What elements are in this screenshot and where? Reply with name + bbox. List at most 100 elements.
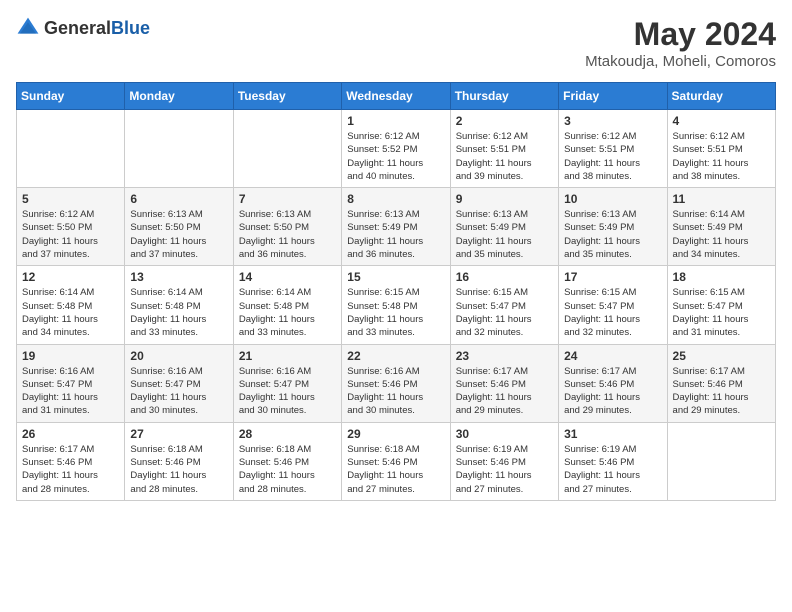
calendar-table: SundayMondayTuesdayWednesdayThursdayFrid… bbox=[16, 82, 776, 501]
day-number: 17 bbox=[564, 270, 661, 284]
calendar-cell: 21 Sunrise: 6:16 AMSunset: 5:47 PMDayligh… bbox=[233, 344, 341, 422]
day-info: Sunrise: 6:17 AMSunset: 5:46 PMDaylight:… bbox=[564, 365, 661, 418]
day-number: 13 bbox=[130, 270, 227, 284]
calendar-header: SundayMondayTuesdayWednesdayThursdayFrid… bbox=[17, 83, 776, 110]
day-info: Sunrise: 6:12 AMSunset: 5:50 PMDaylight:… bbox=[22, 208, 119, 261]
day-number: 28 bbox=[239, 427, 336, 441]
day-number: 27 bbox=[130, 427, 227, 441]
page-header: GeneralBlue May 2024 Mtakoudja, Moheli, … bbox=[16, 16, 776, 70]
calendar-body: 1 Sunrise: 6:12 AMSunset: 5:52 PMDaylight… bbox=[17, 110, 776, 501]
calendar-cell: 16 Sunrise: 6:15 AMSunset: 5:47 PMDayligh… bbox=[450, 266, 558, 344]
day-number: 31 bbox=[564, 427, 661, 441]
calendar-cell: 30Sunrise: 6:19 AMSunset: 5:46 PMDayligh… bbox=[450, 422, 558, 500]
day-info: Sunrise: 6:12 AMSunset: 5:51 PMDaylight:… bbox=[564, 130, 661, 183]
day-info: Sunrise: 6:16 AMSunset: 5:46 PMDaylight:… bbox=[347, 365, 444, 418]
day-number: 3 bbox=[564, 114, 661, 128]
day-number: 18 bbox=[673, 270, 770, 284]
day-number: 1 bbox=[347, 114, 444, 128]
calendar-cell: 14 Sunrise: 6:14 AMSunset: 5:48 PMDayligh… bbox=[233, 266, 341, 344]
calendar-cell: 28 Sunrise: 6:18 AMSunset: 5:46 PMDayligh… bbox=[233, 422, 341, 500]
weekday-header-row: SundayMondayTuesdayWednesdayThursdayFrid… bbox=[17, 83, 776, 110]
calendar-week-row: 12 Sunrise: 6:14 AMSunset: 5:48 PMDayligh… bbox=[17, 266, 776, 344]
day-number: 26 bbox=[22, 427, 119, 441]
logo: GeneralBlue bbox=[16, 16, 150, 40]
calendar-cell: 17 Sunrise: 6:15 AMSunset: 5:47 PMDayligh… bbox=[559, 266, 667, 344]
calendar-cell: 8 Sunrise: 6:13 AMSunset: 5:49 PMDaylight… bbox=[342, 188, 450, 266]
weekday-header-tuesday: Tuesday bbox=[233, 83, 341, 110]
day-number: 23 bbox=[456, 349, 553, 363]
logo-blue: Blue bbox=[111, 18, 150, 38]
day-info: Sunrise: 6:18 AMSunset: 5:46 PMDaylight:… bbox=[130, 443, 227, 496]
calendar-cell: 5Sunrise: 6:12 AMSunset: 5:50 PMDaylight… bbox=[17, 188, 125, 266]
day-info: Sunrise: 6:13 AMSunset: 5:50 PMDaylight:… bbox=[130, 208, 227, 261]
day-info: Sunrise: 6:17 AMSunset: 5:46 PMDaylight:… bbox=[673, 365, 770, 418]
logo-text: GeneralBlue bbox=[44, 18, 150, 39]
calendar-cell: 20 Sunrise: 6:16 AMSunset: 5:47 PMDayligh… bbox=[125, 344, 233, 422]
day-info: Sunrise: 6:14 AMSunset: 5:48 PMDaylight:… bbox=[239, 286, 336, 339]
day-info: Sunrise: 6:18 AMSunset: 5:46 PMDaylight:… bbox=[347, 443, 444, 496]
day-info: Sunrise: 6:13 AMSunset: 5:49 PMDaylight:… bbox=[564, 208, 661, 261]
day-info: Sunrise: 6:15 AMSunset: 5:48 PMDaylight:… bbox=[347, 286, 444, 339]
calendar-cell bbox=[233, 110, 341, 188]
calendar-cell: 9 Sunrise: 6:13 AMSunset: 5:49 PMDaylight… bbox=[450, 188, 558, 266]
day-number: 16 bbox=[456, 270, 553, 284]
weekday-header-monday: Monday bbox=[125, 83, 233, 110]
month-year-title: May 2024 bbox=[585, 16, 776, 53]
day-number: 24 bbox=[564, 349, 661, 363]
title-block: May 2024 Mtakoudja, Moheli, Comoros bbox=[585, 16, 776, 70]
day-info: Sunrise: 6:13 AMSunset: 5:49 PMDaylight:… bbox=[456, 208, 553, 261]
day-info: Sunrise: 6:14 AMSunset: 5:48 PMDaylight:… bbox=[22, 286, 119, 339]
calendar-cell: 27 Sunrise: 6:18 AMSunset: 5:46 PMDayligh… bbox=[125, 422, 233, 500]
day-info: Sunrise: 6:16 AMSunset: 5:47 PMDaylight:… bbox=[239, 365, 336, 418]
calendar-cell: 13 Sunrise: 6:14 AMSunset: 5:48 PMDayligh… bbox=[125, 266, 233, 344]
day-info: Sunrise: 6:17 AMSunset: 5:46 PMDaylight:… bbox=[22, 443, 119, 496]
day-number: 2 bbox=[456, 114, 553, 128]
day-number: 9 bbox=[456, 192, 553, 206]
day-info: Sunrise: 6:12 AMSunset: 5:52 PMDaylight:… bbox=[347, 130, 444, 183]
day-info: Sunrise: 6:13 AMSunset: 5:50 PMDaylight:… bbox=[239, 208, 336, 261]
calendar-cell: 31 Sunrise: 6:19 AMSunset: 5:46 PMDayligh… bbox=[559, 422, 667, 500]
day-info: Sunrise: 6:15 AMSunset: 5:47 PMDaylight:… bbox=[673, 286, 770, 339]
day-number: 10 bbox=[564, 192, 661, 206]
day-number: 21 bbox=[239, 349, 336, 363]
day-info: Sunrise: 6:13 AMSunset: 5:49 PMDaylight:… bbox=[347, 208, 444, 261]
day-info: Sunrise: 6:15 AMSunset: 5:47 PMDaylight:… bbox=[564, 286, 661, 339]
calendar-cell: 4Sunrise: 6:12 AMSunset: 5:51 PMDaylight… bbox=[667, 110, 775, 188]
day-number: 7 bbox=[239, 192, 336, 206]
day-number: 29 bbox=[347, 427, 444, 441]
calendar-cell: 26 Sunrise: 6:17 AMSunset: 5:46 PMDayligh… bbox=[17, 422, 125, 500]
day-number: 19 bbox=[22, 349, 119, 363]
day-number: 12 bbox=[22, 270, 119, 284]
day-info: Sunrise: 6:15 AMSunset: 5:47 PMDaylight:… bbox=[456, 286, 553, 339]
calendar-cell bbox=[125, 110, 233, 188]
day-number: 20 bbox=[130, 349, 227, 363]
calendar-cell: 12 Sunrise: 6:14 AMSunset: 5:48 PMDayligh… bbox=[17, 266, 125, 344]
calendar-cell: 1 Sunrise: 6:12 AMSunset: 5:52 PMDaylight… bbox=[342, 110, 450, 188]
day-number: 8 bbox=[347, 192, 444, 206]
calendar-cell bbox=[667, 422, 775, 500]
weekday-header-thursday: Thursday bbox=[450, 83, 558, 110]
day-info: Sunrise: 6:14 AMSunset: 5:48 PMDaylight:… bbox=[130, 286, 227, 339]
day-number: 25 bbox=[673, 349, 770, 363]
day-info: Sunrise: 6:16 AMSunset: 5:47 PMDaylight:… bbox=[22, 365, 119, 418]
day-info: Sunrise: 6:16 AMSunset: 5:47 PMDaylight:… bbox=[130, 365, 227, 418]
day-info: Sunrise: 6:19 AMSunset: 5:46 PMDaylight:… bbox=[564, 443, 661, 496]
calendar-cell: 18 Sunrise: 6:15 AMSunset: 5:47 PMDayligh… bbox=[667, 266, 775, 344]
calendar-cell: 2Sunrise: 6:12 AMSunset: 5:51 PMDaylight… bbox=[450, 110, 558, 188]
calendar-cell: 15Sunrise: 6:15 AMSunset: 5:48 PMDayligh… bbox=[342, 266, 450, 344]
day-number: 6 bbox=[130, 192, 227, 206]
day-info: Sunrise: 6:14 AMSunset: 5:49 PMDaylight:… bbox=[673, 208, 770, 261]
logo-general: General bbox=[44, 18, 111, 38]
calendar-week-row: 19 Sunrise: 6:16 AMSunset: 5:47 PMDayligh… bbox=[17, 344, 776, 422]
weekday-header-saturday: Saturday bbox=[667, 83, 775, 110]
calendar-week-row: 1 Sunrise: 6:12 AMSunset: 5:52 PMDaylight… bbox=[17, 110, 776, 188]
calendar-cell: 25 Sunrise: 6:17 AMSunset: 5:46 PMDayligh… bbox=[667, 344, 775, 422]
calendar-cell: 7 Sunrise: 6:13 AMSunset: 5:50 PMDaylight… bbox=[233, 188, 341, 266]
calendar-cell: 23Sunrise: 6:17 AMSunset: 5:46 PMDayligh… bbox=[450, 344, 558, 422]
day-number: 14 bbox=[239, 270, 336, 284]
calendar-cell: 29 Sunrise: 6:18 AMSunset: 5:46 PMDayligh… bbox=[342, 422, 450, 500]
logo-icon bbox=[16, 16, 40, 40]
location-subtitle: Mtakoudja, Moheli, Comoros bbox=[585, 53, 776, 70]
calendar-cell: 10 Sunrise: 6:13 AMSunset: 5:49 PMDayligh… bbox=[559, 188, 667, 266]
day-info: Sunrise: 6:18 AMSunset: 5:46 PMDaylight:… bbox=[239, 443, 336, 496]
